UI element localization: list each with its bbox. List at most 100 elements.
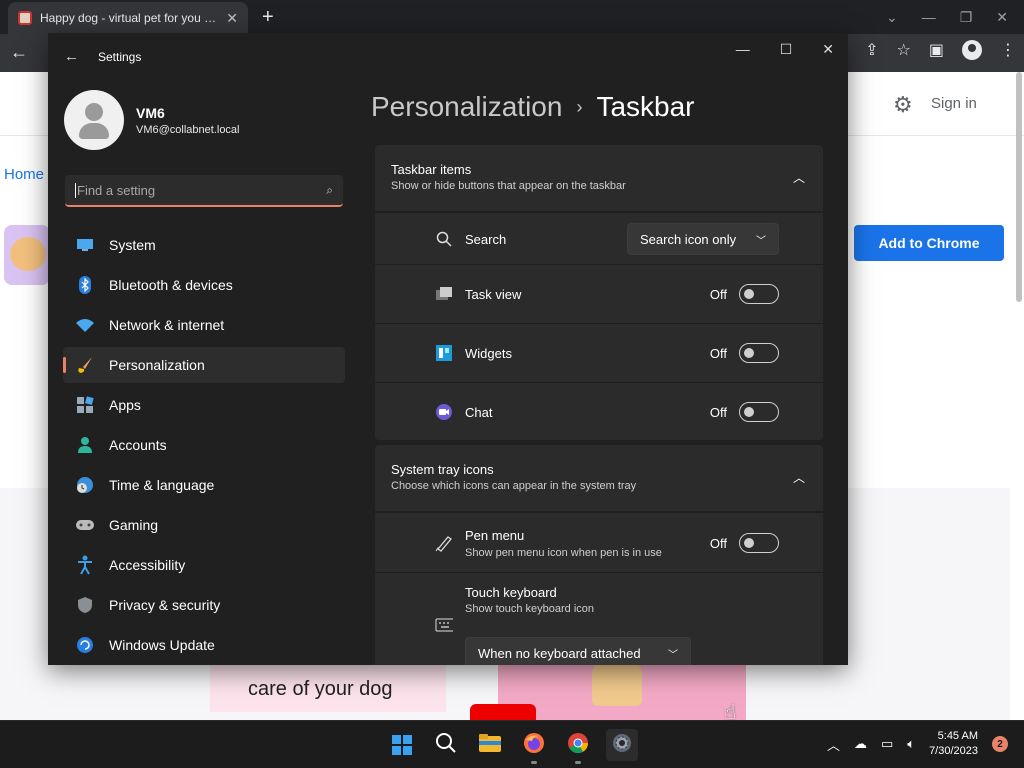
maximize-icon[interactable]: ☐ (780, 41, 793, 58)
sidebar-item-label: Privacy & security (109, 597, 221, 613)
avatar[interactable] (64, 90, 124, 150)
chat-toggle[interactable] (739, 402, 779, 422)
sidebar-item-privacy[interactable]: Privacy & security (63, 587, 345, 623)
chevron-up-icon[interactable]: ︿ (827, 735, 840, 754)
toggle-state-label: Off (709, 536, 727, 551)
hand-cursor-icon: ☝ (724, 702, 737, 724)
close-icon[interactable]: ✕ (822, 41, 834, 58)
sidebar-item-gaming[interactable]: Gaming (63, 507, 345, 543)
user-email: VM6@collabnet.local (136, 124, 240, 136)
sidebar-item-accessibility[interactable]: Accessibility (63, 547, 345, 583)
close-icon[interactable]: ✕ (996, 9, 1008, 26)
side-panel-icon[interactable]: ▣ (929, 40, 944, 60)
search-icon (435, 732, 457, 759)
volume-icon[interactable]: 🔈︎ (907, 736, 915, 752)
update-icon (75, 635, 95, 655)
task-view-icon (435, 285, 453, 303)
notification-badge[interactable]: 2 (992, 736, 1008, 752)
search-icon[interactable]: ⌕ (326, 183, 333, 198)
search-input[interactable] (75, 182, 327, 198)
sidebar-item-personalization[interactable]: Personalization (63, 347, 345, 383)
task-view-toggle[interactable] (739, 284, 779, 304)
search-mode-dropdown[interactable]: Search icon only ﹀ (627, 223, 779, 255)
page-scrollbar[interactable] (1014, 72, 1024, 302)
profile-icon[interactable] (962, 40, 982, 60)
search-icon (435, 230, 453, 248)
settings-gear-icon[interactable]: ⚙ (893, 92, 913, 118)
setting-description: Show pen menu icon when pen is in use (465, 547, 662, 559)
sidebar-item-label: Gaming (109, 517, 159, 533)
chevron-up-icon[interactable]: ︿ (793, 469, 805, 486)
chevron-up-icon[interactable]: ︿ (793, 169, 805, 186)
sidebar-item-accounts[interactable]: Accounts (63, 427, 345, 463)
sidebar-item-windows-update[interactable]: Windows Update (63, 627, 345, 663)
onedrive-offline-icon[interactable]: ☁ (854, 736, 867, 752)
pen-menu-toggle[interactable] (739, 533, 779, 553)
touch-keyboard-dropdown[interactable]: When no keyboard attached ﹀ (465, 637, 691, 665)
window-controls: — ☐ ✕ (736, 41, 834, 58)
firefox-button[interactable] (518, 729, 550, 764)
new-tab-button[interactable]: + (262, 6, 274, 29)
chrome-button[interactable] (562, 729, 594, 764)
home-breadcrumb[interactable]: Home (4, 166, 44, 183)
sign-in-link[interactable]: Sign in (931, 95, 977, 112)
back-arrow-icon[interactable]: ← (10, 42, 28, 63)
sidebar-item-label: Personalization (109, 357, 205, 373)
video-thumbnail[interactable] (470, 704, 536, 720)
sidebar-item-label: Network & internet (109, 317, 225, 333)
system-tray-header[interactable]: System tray icons Choose which icons can… (375, 445, 823, 511)
back-arrow-icon[interactable]: ← (64, 48, 79, 65)
sidebar-item-apps[interactable]: Apps (63, 387, 345, 423)
toggle-state-label: Off (709, 346, 727, 361)
dropdown-value: Search icon only (640, 231, 737, 247)
settings-titlebar: ← Settings — ☐ ✕ (48, 33, 848, 79)
setting-row-task-view: Task view Off (375, 264, 823, 323)
setting-label: Chat (465, 405, 493, 420)
start-button[interactable] (386, 729, 418, 761)
sidebar-item-label: Accounts (109, 437, 167, 453)
minimize-icon[interactable]: — (922, 9, 936, 25)
browser-tab[interactable]: Happy dog - virtual pet for you and... ✕ (8, 2, 248, 34)
bookmark-star-icon[interactable]: ☆ (897, 40, 911, 60)
settings-taskbar-button[interactable] (606, 729, 638, 761)
gamepad-icon (75, 515, 95, 535)
taskbar-search-button[interactable] (430, 729, 462, 761)
toggle-state-label: Off (709, 405, 727, 420)
restore-icon[interactable]: ❐ (960, 9, 973, 26)
sidebar-item-network[interactable]: Network & internet (63, 307, 345, 343)
group-title: System tray icons (391, 462, 494, 477)
taskbar-items-header[interactable]: Taskbar items Show or hide buttons that … (375, 145, 823, 211)
search-box[interactable]: ⌕ (65, 175, 343, 207)
setting-label: Widgets (465, 346, 512, 361)
file-explorer-button[interactable] (474, 729, 506, 761)
sidebar-item-label: Accessibility (109, 557, 186, 573)
user-name: VM6 (136, 105, 165, 121)
sidebar-item-label: Windows Update (109, 637, 215, 653)
sidebar-item-label: Bluetooth & devices (109, 277, 233, 293)
network-icon[interactable]: ▭ (881, 736, 893, 752)
minimize-icon[interactable]: — (736, 41, 750, 58)
tab-close-icon[interactable]: ✕ (226, 10, 238, 27)
setting-label: Search (465, 232, 507, 247)
sidebar-item-label: Apps (109, 397, 141, 413)
widgets-toggle[interactable] (739, 343, 779, 363)
share-icon[interactable]: ⇪ (865, 40, 878, 60)
globe-clock-icon (75, 475, 95, 495)
sidebar-item-bluetooth[interactable]: Bluetooth & devices (63, 267, 345, 303)
sidebar-item-system[interactable]: System (63, 227, 345, 263)
clock-date: 7/30/2023 (929, 745, 978, 757)
sidebar-item-label: Time & language (109, 477, 215, 493)
tab-search-icon[interactable]: ⌄ (886, 9, 898, 26)
clock[interactable]: 5:45 AM 7/30/2023 (929, 729, 978, 759)
toolbar-actions: ⇪ ☆ ▣ ⋮ (865, 40, 1016, 60)
shield-icon (75, 595, 95, 615)
breadcrumb: Personalization › Taskbar (371, 91, 695, 123)
setting-label: Touch keyboard (465, 585, 557, 600)
menu-kebab-icon[interactable]: ⋮ (1000, 40, 1016, 60)
setting-label: Pen menu (465, 528, 525, 543)
pen-icon (435, 534, 453, 552)
add-to-chrome-button[interactable]: Add to Chrome (854, 225, 1004, 261)
sidebar-item-time-language[interactable]: Time & language (63, 467, 345, 503)
apps-icon (75, 395, 95, 415)
breadcrumb-parent[interactable]: Personalization (371, 91, 562, 123)
